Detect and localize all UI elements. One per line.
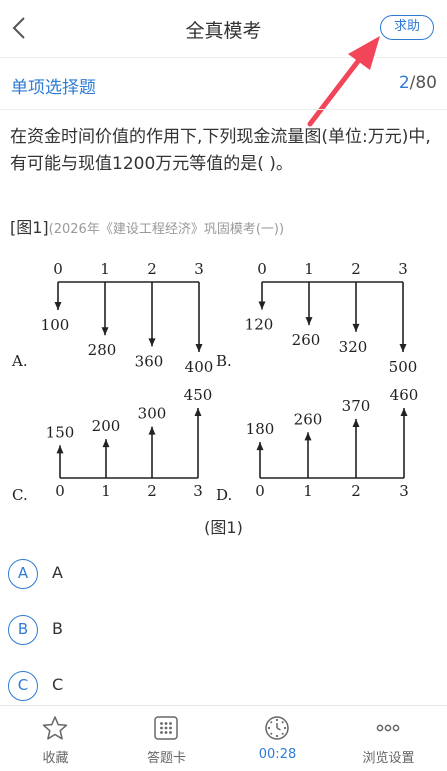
panel-a-value-2: 360 [135, 352, 164, 370]
tab-answer-card[interactable]: 答题卡 [111, 706, 222, 771]
panel-b-value-3: 500 [389, 358, 418, 376]
panel-b-arrowhead-2 [352, 323, 360, 332]
panel-a-value-1: 280 [88, 341, 117, 359]
bottom-tab-bar: 收藏 答题卡 00:28 浏览设置 [0, 705, 447, 771]
tab-view-settings[interactable]: 浏览设置 [333, 706, 444, 771]
option-b-letter: B [8, 615, 38, 645]
panel-a-arrowhead-3 [195, 344, 203, 352]
panel-d-period-2: 2 [351, 482, 361, 500]
panel-a-label: A. [11, 352, 28, 370]
panel-d-label: D. [216, 486, 232, 504]
panel-b-arrowhead-1 [305, 317, 313, 326]
panel-c-arrowhead-1 [102, 439, 110, 448]
option-c-text: C [52, 675, 64, 694]
panel-c-period-1: 1 [101, 482, 111, 500]
panel-d-arrowhead-0 [256, 442, 264, 451]
panel-c-period-2: 2 [147, 482, 157, 500]
tab-answer-card-label: 答题卡 [146, 751, 186, 766]
tab-favorite[interactable]: 收藏 [0, 706, 111, 771]
panel-d-arrowhead-1 [304, 432, 312, 441]
panel-b-label: B. [216, 352, 232, 370]
panel-d-value-2: 370 [342, 397, 371, 415]
panel-b-period-0: 0 [257, 260, 267, 278]
grid-card-icon [154, 716, 178, 740]
question-type-label: 单项选择题 [11, 78, 96, 98]
panel-b-value-0: 120 [245, 315, 274, 333]
panel-a-period-2: 2 [147, 260, 157, 278]
panel-c-arrowhead-2 [148, 426, 156, 435]
panel-b-period-1: 1 [304, 260, 314, 278]
more-icon [376, 724, 400, 732]
figure-caption: (图1) [204, 518, 243, 537]
tab-timer[interactable]: 00:28 [222, 706, 333, 771]
option-c-letter: C [8, 671, 38, 701]
panel-d-arrowhead-3 [400, 408, 408, 416]
panel-d-value-0: 180 [246, 420, 275, 438]
panel-c-period-3: 3 [193, 482, 203, 500]
panel-b-value-2: 320 [339, 338, 368, 356]
panel-c-period-0: 0 [55, 482, 65, 500]
panel-c-value-1: 200 [92, 417, 121, 435]
panel-a-period-3: 3 [194, 260, 204, 278]
option-a-text: A [52, 563, 63, 582]
question-text: 在资金时间价值的作用下,下列现金流量图(单位:万元)中,有可能与现值1200万元… [10, 127, 431, 174]
panel-a-value-3: 400 [185, 358, 214, 376]
option-c[interactable]: C C [8, 669, 438, 703]
panel-d-arrowhead-2 [352, 418, 360, 427]
panel-a-arrowhead-0 [54, 302, 62, 310]
total-questions: /80 [409, 73, 437, 93]
panel-d-value-3: 460 [390, 386, 419, 404]
option-a-letter: A [8, 559, 38, 589]
panel-c-arrowhead-3 [194, 408, 202, 416]
panel-d-value-1: 260 [294, 410, 323, 428]
option-a[interactable]: A A [8, 557, 438, 591]
panel-b-arrowhead-0 [258, 301, 266, 310]
panel-a-arrowhead-2 [148, 338, 156, 347]
panel-b-period-3: 3 [398, 260, 408, 278]
panel-a-period-0: 0 [53, 260, 63, 278]
option-b[interactable]: B B [8, 613, 438, 647]
tab-view-settings-label: 浏览设置 [362, 751, 415, 766]
panel-a-arrowhead-1 [101, 327, 109, 336]
question-source: (2026年《建设工程经济》巩固模考(一)) [48, 222, 285, 237]
panel-c-label: C. [12, 486, 28, 504]
panel-b-period-2: 2 [351, 260, 361, 278]
panel-a-period-1: 1 [100, 260, 110, 278]
panel-c-arrowhead-0 [56, 445, 64, 454]
panel-c-value-3: 450 [184, 386, 213, 404]
panel-b-value-1: 260 [292, 331, 321, 349]
panel-c-value-2: 300 [138, 405, 167, 423]
cash-flow-figure: 0100128023603400A.0120126023203500B.0150… [11, 260, 419, 504]
clock-icon [265, 716, 289, 740]
figure-reference: [图1] [10, 218, 49, 237]
panel-b-arrowhead-3 [399, 344, 407, 352]
section-bar: 单项选择题 2/80 [0, 58, 447, 110]
panel-d-period-1: 1 [303, 482, 313, 500]
panel-d-period-0: 0 [255, 482, 265, 500]
star-icon [42, 716, 68, 740]
question-progress: 2/80 [399, 73, 437, 93]
panel-a-value-0: 100 [41, 316, 70, 334]
tab-favorite-label: 收藏 [42, 751, 69, 766]
current-question-number: 2 [398, 73, 410, 93]
timer-value: 00:28 [258, 747, 297, 762]
panel-d-period-3: 3 [399, 482, 409, 500]
question-reference: [图1](2026年《建设工程经济》巩固模考(一)) [10, 214, 284, 238]
option-b-text: B [52, 619, 63, 638]
panel-c-value-0: 150 [46, 423, 75, 441]
